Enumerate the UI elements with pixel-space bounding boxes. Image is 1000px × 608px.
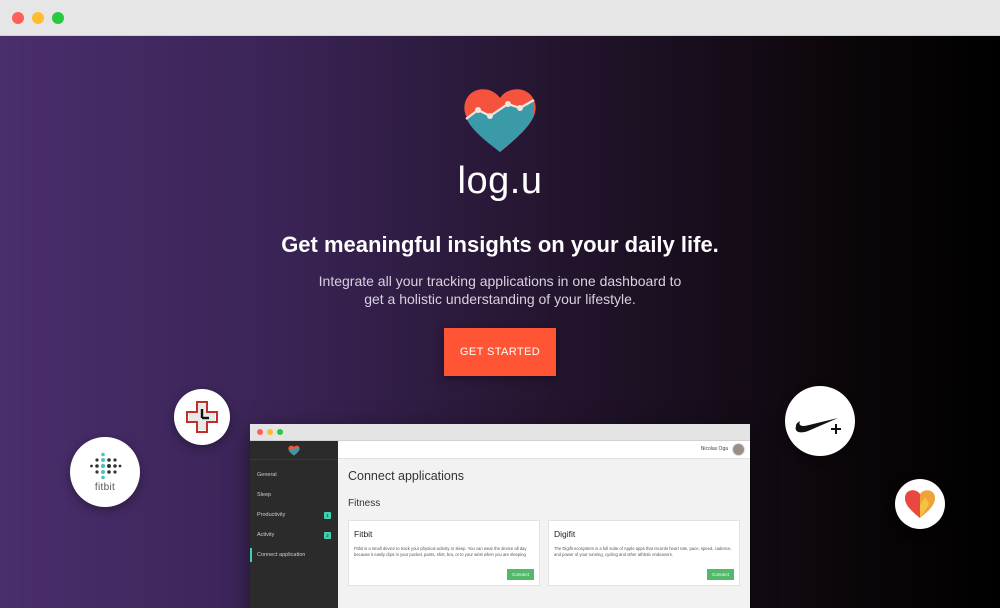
app-card-fitbit: Fitbit Fitbit is a small device to track… (348, 520, 540, 586)
hero-section: log.u Get meaningful insights on your da… (0, 36, 1000, 608)
preview-minimize-dot (267, 429, 273, 435)
close-window-button[interactable] (12, 12, 24, 24)
sidebar-item-productivity[interactable]: Productivity 1 (250, 508, 338, 522)
get-started-button[interactable]: GET STARTED (444, 328, 556, 376)
app-topbar: Nicolas Oga (338, 441, 750, 459)
hero-headline: Get meaningful insights on your daily li… (281, 232, 719, 257)
fitbit-icon (90, 452, 122, 479)
sidebar-item-sleep[interactable]: Sleep (250, 488, 338, 502)
app-sidebar: General Sleep Productivity 1 Activity 2 … (250, 441, 338, 608)
sidebar-item-label: General (257, 472, 277, 478)
hero-subline: Integrate all your tracking applications… (318, 273, 682, 307)
sidebar-item-activity[interactable]: Activity 2 (250, 528, 338, 542)
fitbit-badge: fitbit (70, 437, 140, 507)
connect-digifit-button[interactable]: Connect (707, 569, 734, 580)
count-badge: 2 (324, 532, 331, 539)
card-description: Fitbit is a small device to track your p… (354, 546, 527, 557)
section-heading: Fitness (348, 498, 381, 509)
app-card-digifit: Digifit The Digifit ecosystem is a full … (548, 520, 740, 586)
sidebar-item-label: Connect application (257, 552, 306, 558)
health-heart-icon (905, 490, 935, 518)
avatar[interactable] (732, 443, 745, 456)
minimize-window-button[interactable] (32, 12, 44, 24)
nike-plus-icon (795, 418, 841, 434)
clock-plus-badge (174, 389, 230, 445)
health-heart-badge (895, 479, 945, 529)
card-title: Digifit (554, 529, 576, 539)
clock-plus-icon (186, 401, 218, 433)
page-title: Connect applications (348, 469, 465, 483)
connect-fitbit-button[interactable]: Connect (507, 569, 534, 580)
app-preview-window: General Sleep Productivity 1 Activity 2 … (250, 424, 750, 608)
sidebar-logo-icon (288, 445, 300, 456)
brand-name: log.u (457, 160, 543, 202)
preview-maximize-dot (277, 429, 283, 435)
browser-chrome (0, 0, 1000, 36)
nike-plus-badge (785, 386, 855, 456)
card-description: The Digifit ecosystem is a full suite of… (554, 546, 732, 557)
preview-close-dot (257, 429, 263, 435)
maximize-window-button[interactable] (52, 12, 64, 24)
logu-heart-logo-icon (464, 89, 536, 152)
fitbit-label: fitbit (94, 481, 116, 493)
card-title: Fitbit (354, 529, 373, 539)
sidebar-item-label: Productivity (257, 512, 286, 518)
sidebar-item-connect-application[interactable]: Connect application (250, 548, 338, 562)
sidebar-item-general[interactable]: General (250, 468, 338, 482)
sidebar-item-label: Activity (257, 532, 275, 538)
count-badge: 1 (324, 512, 331, 519)
user-name: Nicolas Oga (700, 446, 728, 452)
sidebar-header (250, 441, 338, 460)
sidebar-item-label: Sleep (257, 492, 272, 498)
app-preview-chrome (250, 424, 750, 441)
